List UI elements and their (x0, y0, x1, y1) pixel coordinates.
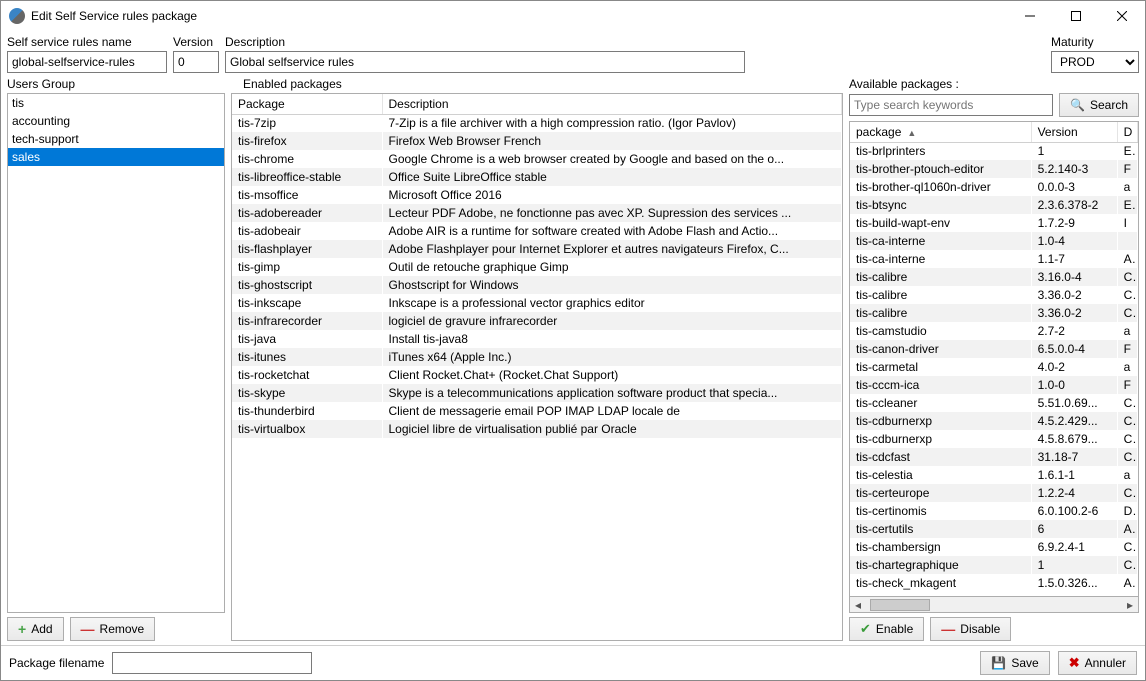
table-row[interactable]: tis-celestia1.6.1-1a (850, 466, 1138, 484)
table-row[interactable]: tis-brlprinters1E (850, 142, 1138, 160)
table-row[interactable]: tis-virtualboxLogiciel libre de virtuali… (232, 420, 842, 438)
table-row[interactable]: tis-chromeGoogle Chrome is a web browser… (232, 150, 842, 168)
enabled-packages-label: Enabled packages (231, 75, 843, 93)
search-icon: 🔍 (1070, 100, 1085, 110)
package-filename-label: Package filename (9, 656, 104, 670)
col-avail-package[interactable]: package (850, 122, 1031, 142)
table-row[interactable]: tis-brother-ptouch-editor5.2.140-3F (850, 160, 1138, 178)
available-packages-label: Available packages : (849, 75, 1139, 93)
description-label: Description (225, 35, 745, 49)
table-row[interactable]: tis-adobereaderLecteur PDF Adobe, ne fon… (232, 204, 842, 222)
col-package[interactable]: Package (232, 94, 382, 114)
users-group-item[interactable]: tech-support (8, 130, 224, 148)
name-input[interactable] (7, 51, 167, 73)
users-group-item[interactable]: sales (8, 148, 224, 166)
table-row[interactable]: tis-chartegraphique1C (850, 556, 1138, 574)
table-row[interactable]: tis-cdcfast31.18-7C (850, 448, 1138, 466)
table-row[interactable]: tis-chambersign6.9.2.4-1C (850, 538, 1138, 556)
table-row[interactable]: tis-7zip7-Zip is a file archiver with a … (232, 114, 842, 132)
table-row[interactable]: tis-gimpOutil de retouche graphique Gimp (232, 258, 842, 276)
package-filename-input[interactable] (112, 652, 312, 674)
table-row[interactable]: tis-inkscapeInkscape is a professional v… (232, 294, 842, 312)
table-row[interactable]: tis-thunderbirdClient de messagerie emai… (232, 402, 842, 420)
col-description[interactable]: Description (382, 94, 842, 114)
table-row[interactable]: tis-camstudio2.7-2a (850, 322, 1138, 340)
save-icon: 💾 (991, 658, 1006, 668)
table-row[interactable]: tis-ccleaner5.51.0.69...C (850, 394, 1138, 412)
table-row[interactable]: tis-certinomis6.0.100.2-6D (850, 502, 1138, 520)
header-fields: Self service rules name Version Descript… (1, 31, 1145, 75)
table-row[interactable]: tis-infrarecorderlogiciel de gravure inf… (232, 312, 842, 330)
footer: Package filename 💾 Save ✖ Annuler (1, 645, 1145, 680)
titlebar: Edit Self Service rules package (1, 1, 1145, 31)
table-row[interactable]: tis-ca-interne1.0-4 (850, 232, 1138, 250)
maturity-select[interactable]: PROD (1051, 51, 1139, 73)
horizontal-scrollbar[interactable]: ◂ ▸ (849, 597, 1139, 613)
table-row[interactable]: tis-rocketchatClient Rocket.Chat+ (Rocke… (232, 366, 842, 384)
search-button[interactable]: 🔍 Search (1059, 93, 1139, 117)
version-input[interactable] (173, 51, 219, 73)
version-label: Version (173, 35, 219, 49)
table-row[interactable]: tis-certeurope1.2.2-4C (850, 484, 1138, 502)
scroll-right-icon[interactable]: ▸ (1122, 598, 1138, 612)
table-row[interactable]: tis-javaInstall tis-java8 (232, 330, 842, 348)
table-row[interactable]: tis-ghostscriptGhostscript for Windows (232, 276, 842, 294)
plus-icon: + (18, 624, 26, 634)
table-row[interactable]: tis-build-wapt-env1.7.2-9I (850, 214, 1138, 232)
users-group-item[interactable]: tis (8, 94, 224, 112)
minus-icon: — (941, 624, 955, 634)
scroll-left-icon[interactable]: ◂ (850, 598, 866, 612)
maximize-button[interactable] (1053, 1, 1099, 31)
table-row[interactable]: tis-calibre3.36.0-2C (850, 286, 1138, 304)
maturity-label: Maturity (1051, 35, 1139, 49)
table-row[interactable]: tis-skypeSkype is a telecommunications a… (232, 384, 842, 402)
search-input[interactable] (849, 94, 1053, 116)
description-input[interactable] (225, 51, 745, 73)
table-row[interactable]: tis-calibre3.36.0-2C (850, 304, 1138, 322)
name-label: Self service rules name (7, 35, 167, 49)
table-row[interactable]: tis-calibre3.16.0-4C (850, 268, 1138, 286)
cancel-button[interactable]: ✖ Annuler (1058, 651, 1137, 675)
table-row[interactable]: tis-adobeairAdobe AIR is a runtime for s… (232, 222, 842, 240)
users-group-item[interactable]: accounting (8, 112, 224, 130)
available-packages-table[interactable]: package Version D tis-brlprinters1Etis-b… (849, 121, 1139, 597)
cancel-icon: ✖ (1069, 658, 1080, 668)
table-row[interactable]: tis-certutils6A (850, 520, 1138, 538)
enabled-packages-table[interactable]: Package Description tis-7zip7-Zip is a f… (231, 93, 843, 641)
minus-icon: — (81, 624, 95, 634)
table-row[interactable]: tis-itunesiTunes x64 (Apple Inc.) (232, 348, 842, 366)
app-icon (9, 8, 25, 24)
table-row[interactable]: tis-check_mkagent1.5.0.326...A (850, 574, 1138, 592)
table-row[interactable]: tis-flashplayerAdobe Flashplayer pour In… (232, 240, 842, 258)
users-group-label: Users Group (7, 75, 225, 93)
table-row[interactable]: tis-ca-interne1.1-7A (850, 250, 1138, 268)
table-row[interactable]: tis-brother-ql1060n-driver0.0.0-3a (850, 178, 1138, 196)
table-row[interactable]: tis-libreoffice-stableOffice Suite Libre… (232, 168, 842, 186)
table-row[interactable]: tis-canon-driver6.5.0.0-4F (850, 340, 1138, 358)
table-row[interactable]: tis-firefoxFirefox Web Browser French (232, 132, 842, 150)
table-row[interactable]: tis-msofficeMicrosoft Office 2016 (232, 186, 842, 204)
table-row[interactable]: tis-cdburnerxp4.5.2.429...C (850, 412, 1138, 430)
col-avail-d[interactable]: D (1117, 122, 1137, 142)
table-row[interactable]: tis-cccm-ica1.0-0F (850, 376, 1138, 394)
table-row[interactable]: tis-carmetal4.0-2a (850, 358, 1138, 376)
check-icon: ✔ (860, 624, 871, 634)
users-group-list[interactable]: tisaccountingtech-supportsales (7, 93, 225, 613)
minimize-button[interactable] (1007, 1, 1053, 31)
disable-button[interactable]: — Disable (930, 617, 1011, 641)
col-avail-version[interactable]: Version (1031, 122, 1117, 142)
table-row[interactable]: tis-btsync2.3.6.378-2E (850, 196, 1138, 214)
add-button[interactable]: + Add (7, 617, 64, 641)
remove-button[interactable]: — Remove (70, 617, 156, 641)
window-title: Edit Self Service rules package (31, 9, 197, 23)
table-row[interactable]: tis-cdburnerxp4.5.8.679...C (850, 430, 1138, 448)
scroll-thumb[interactable] (870, 599, 930, 611)
close-button[interactable] (1099, 1, 1145, 31)
enable-button[interactable]: ✔ Enable (849, 617, 924, 641)
save-button[interactable]: 💾 Save (980, 651, 1049, 675)
